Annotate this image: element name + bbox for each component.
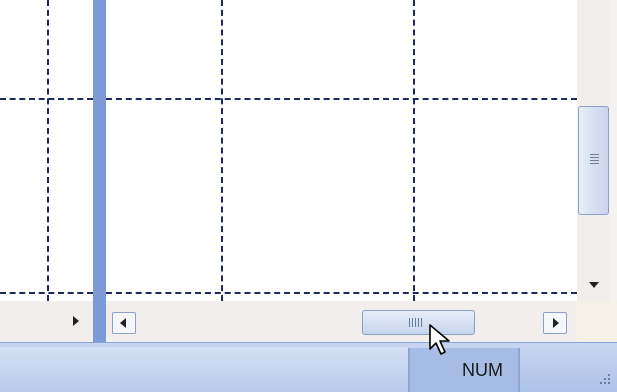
resize-grip-icon[interactable] (596, 374, 612, 388)
left-pane-horizontal-scrollbar[interactable] (0, 301, 93, 342)
scroll-right-button[interactable] (543, 312, 567, 334)
page-break-horizontal (106, 292, 577, 294)
arrow-right-icon[interactable] (73, 316, 79, 326)
page-break-horizontal (0, 292, 93, 294)
arrow-left-icon (120, 318, 126, 328)
status-bar-divider (518, 348, 520, 392)
left-worksheet-pane[interactable] (0, 0, 93, 342)
page-break-vertical (221, 0, 223, 301)
horizontal-scrollbar[interactable] (106, 301, 577, 342)
vertical-scroll-thumb[interactable] (578, 106, 609, 215)
num-lock-label: NUM (462, 360, 503, 380)
arrow-right-icon (553, 318, 559, 328)
grip-icon (590, 160, 599, 161)
status-bar-message-area (0, 347, 408, 392)
right-worksheet-pane[interactable] (106, 0, 577, 342)
horizontal-scroll-thumb[interactable] (362, 310, 475, 335)
grip-icon (412, 318, 413, 327)
scroll-left-button[interactable] (112, 312, 136, 334)
page-break-vertical (413, 0, 415, 301)
scrollbar-corner (577, 301, 617, 342)
vertical-split-bar[interactable] (93, 0, 106, 342)
grip-icon (415, 318, 416, 327)
arrow-down-icon[interactable] (589, 282, 599, 288)
grip-icon (421, 318, 422, 327)
page-break-horizontal (0, 98, 93, 100)
grip-icon (590, 154, 599, 155)
grip-icon (409, 318, 410, 327)
window-edge (610, 0, 617, 342)
arrow-cursor-icon (429, 324, 450, 355)
grip-icon (590, 163, 599, 164)
grip-icon (590, 157, 599, 158)
page-break-horizontal (106, 98, 577, 100)
page-break-vertical (47, 0, 49, 301)
grip-icon (418, 318, 419, 327)
